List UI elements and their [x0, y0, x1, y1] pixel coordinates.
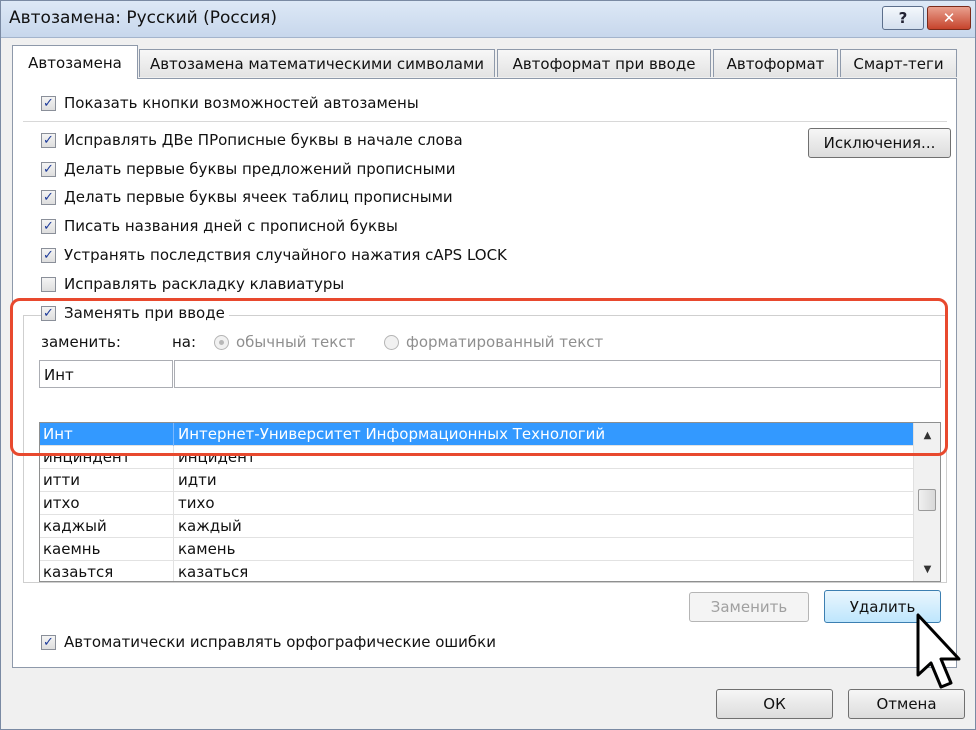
option-day-names[interactable]: ✓ Писать названия дней с прописной буквы	[41, 215, 398, 237]
cancel-button[interactable]: Отмена	[848, 689, 965, 719]
option-sentence-caps-label: Делать первые буквы предложений прописны…	[64, 160, 456, 178]
option-two-caps-label: Исправлять ДВе ПРописные буквы в начале …	[64, 131, 463, 149]
list-item-from: инциндент	[43, 448, 131, 466]
column-divider	[173, 561, 174, 581]
list-item-to: камень	[178, 540, 236, 558]
option-day-names-label: Писать названия дней с прописной буквы	[64, 217, 398, 235]
tab-autoformat[interactable]: Автоформат	[713, 49, 838, 77]
list-item[interactable]: каджый каждый	[40, 515, 913, 538]
list-item[interactable]: Инт Интернет-Университет Информационных Т…	[40, 423, 913, 446]
checkbox-two-caps[interactable]: ✓	[41, 132, 56, 148]
radio-formatted-text[interactable]: форматированный текст	[384, 333, 603, 351]
list-scrollbar[interactable]: ▲ ▼	[913, 423, 940, 581]
radio-formatted-text-label: форматированный текст	[406, 333, 604, 351]
tab-math-autocorrect[interactable]: Автозамена математическими символами	[139, 49, 495, 77]
scroll-down-icon[interactable]: ▼	[914, 559, 940, 579]
replace-input[interactable]: Инт	[39, 360, 173, 388]
list-item[interactable]: итхо тихо	[40, 492, 913, 515]
option-show-buttons[interactable]: ✓ Показать кнопки возможностей автозамен…	[41, 92, 419, 114]
radio-formatted-text-button[interactable]	[384, 335, 399, 350]
mouse-pointer-icon	[916, 613, 961, 689]
exceptions-button[interactable]: Исключения...	[808, 128, 951, 158]
checkbox-replace-typing[interactable]: ✓	[41, 305, 56, 321]
list-item-to: казаться	[178, 563, 249, 581]
radio-plain-text-button[interactable]	[214, 335, 229, 350]
option-sentence-caps[interactable]: ✓ Делать первые буквы предложений пропис…	[41, 158, 455, 180]
list-item-from: каемнь	[43, 540, 101, 558]
option-show-buttons-label: Показать кнопки возможностей автозамены	[64, 94, 419, 112]
list-item-to: идти	[178, 471, 217, 489]
checkbox-sentence-caps[interactable]: ✓	[41, 161, 56, 177]
list-item-from: каджый	[43, 517, 107, 535]
list-item-from: Инт	[43, 425, 73, 443]
list-item-to: тихо	[178, 494, 215, 512]
list-item[interactable]: итти идти	[40, 469, 913, 492]
option-two-caps[interactable]: ✓ Исправлять ДВе ПРописные буквы в начал…	[41, 129, 463, 151]
list-item-to: Интернет-Университет Информационных Техн…	[178, 425, 606, 443]
column-divider	[173, 492, 174, 515]
checkbox-auto-spell[interactable]: ✓	[41, 634, 56, 650]
with-input[interactable]	[174, 360, 941, 388]
title-bar: Автозамена: Русский (Россия) ? ✕	[1, 1, 975, 38]
tab-smart-tags[interactable]: Смарт-теги	[840, 49, 957, 77]
ok-button[interactable]: ОК	[716, 689, 833, 719]
checkbox-show-buttons[interactable]: ✓	[41, 95, 56, 111]
radio-plain-text[interactable]: обычный текст	[214, 333, 355, 351]
tab-autocorrect[interactable]: Автозамена	[12, 45, 138, 79]
option-table-caps-label: Делать первые буквы ячеек таблиц прописн…	[64, 188, 453, 206]
list-item-to: инцидент	[178, 448, 256, 466]
close-button[interactable]: ✕	[927, 6, 971, 30]
list-item-from: казаьтся	[43, 563, 114, 581]
with-label: на:	[172, 333, 197, 351]
list-item[interactable]: казаьтся казаться	[40, 561, 913, 581]
window-title: Автозамена: Русский (Россия)	[9, 8, 278, 28]
tab-autoformat-as-you-type[interactable]: Автоформат при вводе	[497, 49, 711, 77]
option-auto-spell[interactable]: ✓ Автоматически исправлять орфографическ…	[41, 631, 496, 653]
list-item-from: итти	[43, 471, 80, 489]
help-button[interactable]: ?	[882, 6, 924, 30]
replace-label: заменить:	[41, 333, 121, 351]
checkbox-keyboard-layout[interactable]	[41, 276, 56, 292]
option-replace-typing-label: Заменять при вводе	[64, 304, 225, 322]
scrollbar-thumb[interactable]	[918, 489, 936, 511]
checkbox-table-caps[interactable]: ✓	[41, 189, 56, 205]
option-keyboard-layout[interactable]: Исправлять раскладку клавиатуры	[41, 273, 344, 295]
list-item[interactable]: инциндент инцидент	[40, 446, 913, 469]
column-divider	[173, 469, 174, 492]
autocorrect-dialog: Автозамена: Русский (Россия) ? ✕ Автозам…	[0, 0, 976, 730]
option-caps-lock-label: Устранять последствия случайного нажатия…	[64, 246, 507, 264]
option-keyboard-layout-label: Исправлять раскладку клавиатуры	[64, 275, 345, 293]
radio-plain-text-label: обычный текст	[236, 333, 356, 351]
list-item-from: итхо	[43, 494, 80, 512]
column-divider	[173, 538, 174, 561]
column-divider	[173, 515, 174, 538]
column-divider	[173, 446, 174, 469]
option-caps-lock[interactable]: ✓ Устранять последствия случайного нажат…	[41, 244, 507, 266]
column-divider	[173, 423, 174, 446]
separator	[23, 121, 947, 122]
option-auto-spell-label: Автоматически исправлять орфографические…	[64, 633, 496, 651]
autocorrect-list[interactable]: Инт Интернет-Университет Информационных Т…	[39, 422, 941, 582]
checkbox-caps-lock[interactable]: ✓	[41, 247, 56, 263]
list-item-to: каждый	[178, 517, 242, 535]
scroll-up-icon[interactable]: ▲	[914, 425, 940, 445]
option-table-caps[interactable]: ✓ Делать первые буквы ячеек таблиц пропи…	[41, 186, 453, 208]
option-replace-typing[interactable]: ✓ Заменять при вводе	[41, 302, 229, 324]
list-item[interactable]: каемнь камень	[40, 538, 913, 561]
checkbox-day-names[interactable]: ✓	[41, 218, 56, 234]
replace-button[interactable]: Заменить	[689, 592, 809, 622]
